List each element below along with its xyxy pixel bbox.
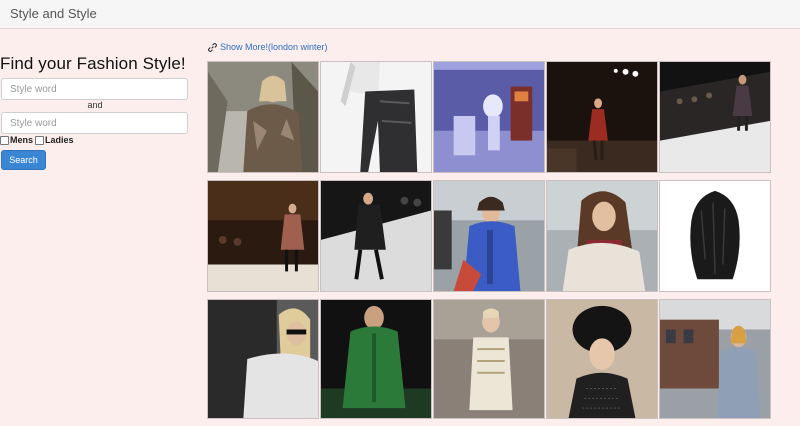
and-label: and	[87, 100, 103, 110]
search-button[interactable]: Search	[1, 150, 46, 170]
ladies-checkbox[interactable]	[35, 135, 45, 145]
photo-tile[interactable]	[546, 180, 658, 292]
photo-tile[interactable]	[320, 180, 432, 292]
style-word-1-input[interactable]	[1, 78, 188, 100]
photo-tile[interactable]	[207, 180, 319, 292]
photo-fur-coat-street	[208, 62, 318, 172]
photo-runway-black-outfit	[321, 181, 431, 291]
mens-option[interactable]: Mens	[0, 135, 33, 145]
photo-tile[interactable]	[546, 299, 658, 419]
photo-fur-hat	[547, 300, 657, 418]
photo-black-fur	[660, 181, 770, 291]
photo-tile[interactable]	[659, 299, 771, 419]
photo-red-scarf-portrait	[547, 181, 657, 291]
photo-row	[207, 61, 777, 173]
photo-tile[interactable]	[207, 61, 319, 173]
photo-row	[207, 180, 777, 292]
photo-blue-duffle-coat	[434, 181, 544, 291]
ladies-label: Ladies	[45, 135, 74, 145]
photo-leather-pants	[321, 62, 431, 172]
mens-checkbox[interactable]	[0, 135, 9, 145]
photo-green-parka	[321, 300, 431, 418]
page-title: Find your Fashion Style!	[0, 54, 186, 73]
photo-tile[interactable]	[546, 61, 658, 173]
photo-showroom-display	[434, 62, 544, 172]
navbar: Style and Style	[0, 0, 800, 29]
photo-tile[interactable]	[433, 180, 545, 292]
brand-link[interactable]: Style and Style	[10, 6, 97, 21]
photo-runway-audience	[660, 62, 770, 172]
photo-row	[207, 299, 777, 419]
show-more-label: Show More!(london winter)	[220, 42, 328, 52]
ladies-option[interactable]: Ladies	[35, 135, 74, 145]
photo-tile[interactable]	[433, 299, 545, 419]
photo-runway-embellished-dress	[434, 300, 544, 418]
show-more-link[interactable]: Show More!(london winter)	[208, 42, 328, 52]
photo-tile[interactable]	[659, 180, 771, 292]
mens-label: Mens	[10, 135, 34, 145]
photo-tile[interactable]	[659, 61, 771, 173]
photo-grey-coat-street	[660, 300, 770, 418]
photo-tile[interactable]	[320, 61, 432, 173]
style-word-2-input[interactable]	[1, 112, 188, 134]
photo-tile[interactable]	[207, 299, 319, 419]
gender-options: Mens Ladies	[0, 135, 76, 145]
photo-runway-red-dress	[547, 62, 657, 172]
photo-runway-plaid	[208, 181, 318, 291]
search-form: Find your Fashion Style! and Mens Ladies…	[0, 54, 190, 170]
link-icon	[208, 42, 217, 52]
photo-tile[interactable]	[433, 61, 545, 173]
photo-white-coat-sunglasses	[208, 300, 318, 418]
photo-grid	[207, 61, 777, 426]
photo-tile[interactable]	[320, 299, 432, 419]
